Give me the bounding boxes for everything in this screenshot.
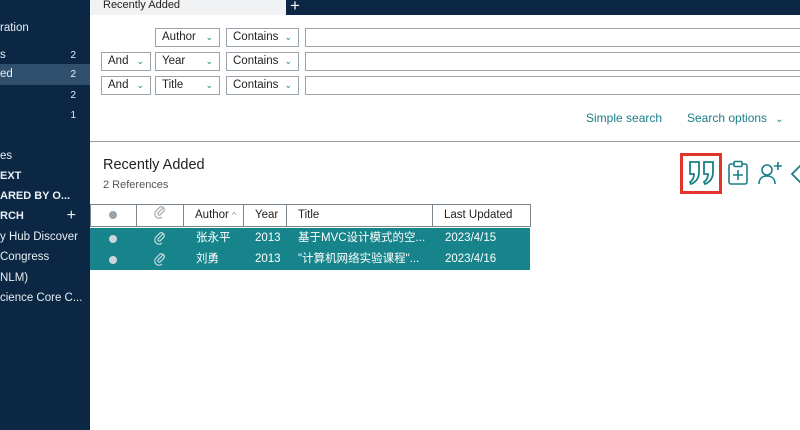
select-value: Contains [233, 55, 279, 67]
search-value-input[interactable] [305, 28, 800, 47]
select-value: Year [162, 55, 186, 67]
sidebar-item-label: ARED BY O... [0, 190, 71, 202]
chevron-down-icon: ⌄ [136, 56, 144, 66]
chevron-down-icon: ⌄ [205, 80, 213, 90]
sidebar-section-text[interactable]: EXT [0, 166, 90, 187]
table-row[interactable]: 刘勇 2013 "计算机网络实验课程"... 2023/4/16 [90, 249, 530, 270]
section-divider [90, 141, 800, 142]
search-field-select[interactable]: Year ⌄ [155, 52, 220, 71]
column-label: Title [298, 209, 320, 221]
sidebar-item-4[interactable]: 1 [0, 105, 90, 126]
sidebar-item-label: EXT [0, 170, 22, 182]
chevron-down-icon: ⌄ [205, 56, 213, 66]
read-status-dot-icon [109, 235, 117, 243]
chevron-down-icon: ⌄ [284, 80, 292, 90]
sidebar-item-hub-discover[interactable]: y Hub Discover [0, 227, 90, 248]
sidebar-item-count: 1 [70, 110, 76, 121]
sidebar-item-label: NLM) [0, 272, 29, 284]
chevron-down-icon: ⌄ [205, 32, 213, 42]
search-connector-select[interactable]: And ⌄ [101, 52, 151, 71]
attachment-icon [154, 252, 166, 274]
page-title: Recently Added [103, 157, 205, 173]
search-value-input[interactable] [305, 76, 800, 95]
advanced-search-panel: Author ⌄ Contains ⌄ And ⌄ Year ⌄ Contains ⌄ A… [90, 15, 800, 141]
simple-search-link[interactable]: Simple search [586, 111, 662, 125]
cell-author: 张永平 [196, 232, 231, 244]
select-value: Contains [233, 79, 279, 91]
sidebar-item-label: Congress [0, 251, 50, 263]
chevron-down-icon: ⌄ [284, 56, 292, 66]
column-label: Last Updated [444, 209, 513, 221]
search-field-select[interactable]: Title ⌄ [155, 76, 220, 95]
sidebar-item-es[interactable]: es [0, 146, 90, 167]
sidebar-section-shared[interactable]: ARED BY O... [0, 186, 90, 207]
add-tab-icon[interactable]: + [290, 0, 300, 16]
search-operator-select[interactable]: Contains ⌄ [226, 76, 299, 95]
column-header-author[interactable]: Author ^ [184, 204, 244, 227]
cell-year: 2013 [255, 232, 281, 244]
cell-title: 基于MVC设计模式的空... [298, 232, 426, 244]
sidebar-item-label: RCH [0, 210, 24, 222]
table-row[interactable]: 张永平 2013 基于MVC设计模式的空... 2023/4/15 [90, 228, 530, 249]
column-header-read-status[interactable] [90, 204, 137, 227]
select-value: Title [162, 79, 184, 91]
tag-icon[interactable] [790, 162, 800, 191]
sidebar-item-recently-added[interactable]: ed 2 [0, 64, 90, 85]
chevron-down-icon: ⌄ [284, 32, 292, 42]
paperclip-icon [154, 205, 166, 227]
column-header-year[interactable]: Year [244, 204, 287, 227]
cell-last-updated: 2023/4/16 [445, 253, 497, 265]
chevron-down-icon: ⌄ [136, 80, 144, 90]
search-options-label: Search options [687, 111, 768, 125]
select-value: Contains [233, 31, 279, 43]
sidebar-item-label: ed [0, 68, 13, 80]
add-search-icon[interactable]: + [67, 205, 76, 226]
sidebar-item-label: cience Core C... [0, 292, 83, 304]
add-user-icon[interactable] [757, 160, 785, 191]
cell-title: "计算机网络实验课程"... [298, 253, 420, 265]
select-value: And [108, 55, 129, 67]
sidebar-section-search[interactable]: RCH + [0, 206, 90, 227]
sidebar: ration s2 ed 2 2 1 es EXT ARED BY O... RC… [0, 0, 90, 430]
column-label: Year [255, 209, 279, 221]
search-operator-select[interactable]: Contains ⌄ [226, 28, 299, 47]
sidebar-item-label: ration [0, 22, 29, 34]
read-status-dot-icon [109, 256, 117, 264]
sidebar-item-label: s [0, 49, 6, 61]
tab-recently-added[interactable]: Recently Added [90, 0, 286, 15]
quote-icon[interactable] [688, 160, 716, 191]
sidebar-item-label: es [0, 150, 13, 162]
status-dot-icon [109, 211, 117, 219]
tab-strip: Recently Added + [90, 0, 800, 15]
sidebar-item-count: 2 [70, 50, 76, 61]
reference-count: 2 References [103, 179, 169, 191]
sidebar-item-integration[interactable]: ration [0, 18, 90, 39]
select-value: Author [162, 31, 196, 43]
sidebar-item-label: y Hub Discover [0, 231, 78, 243]
search-operator-select[interactable]: Contains ⌄ [226, 52, 299, 71]
sidebar-item-nlm[interactable]: NLM) [0, 268, 90, 289]
sidebar-item-3[interactable]: 2 [0, 85, 90, 106]
column-header-last-updated[interactable]: Last Updated [433, 204, 531, 227]
cell-year: 2013 [255, 253, 281, 265]
search-field-select[interactable]: Author ⌄ [155, 28, 220, 47]
sidebar-item-count: 2 [70, 69, 76, 80]
sidebar-item-science-core[interactable]: cience Core C... [0, 288, 90, 309]
sort-up-icon: ^ [231, 210, 237, 220]
column-label: Author [195, 209, 229, 221]
select-value: And [108, 79, 129, 91]
search-value-input[interactable] [305, 52, 800, 71]
clipboard-add-icon[interactable] [727, 160, 749, 191]
cell-last-updated: 2023/4/15 [445, 232, 497, 244]
column-header-title[interactable]: Title [287, 204, 433, 227]
search-options-button[interactable]: Search options ⌄ [687, 111, 783, 125]
sidebar-item-count: 2 [70, 90, 76, 101]
sidebar-item-congress[interactable]: Congress [0, 247, 90, 268]
column-header-attachment[interactable] [137, 204, 184, 227]
chevron-down-icon: ⌄ [775, 114, 784, 125]
cell-author: 刘勇 [196, 253, 219, 265]
sidebar-item-1[interactable]: s2 [0, 45, 90, 66]
search-connector-select[interactable]: And ⌄ [101, 76, 151, 95]
